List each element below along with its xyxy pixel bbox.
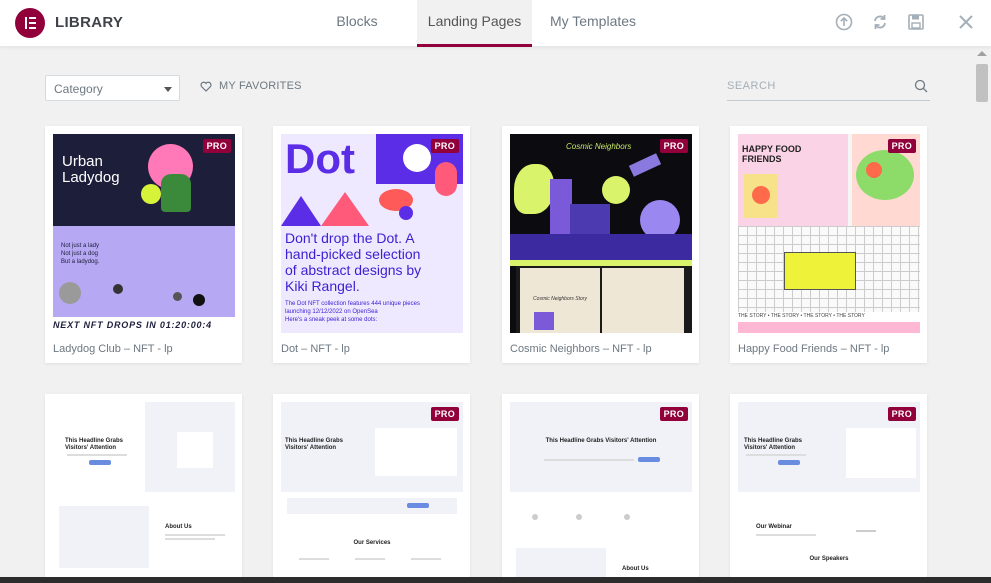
template-card[interactable]: Cosmic Neighbors Cosmic Neighbors Story … — [502, 126, 699, 363]
template-title: Cosmic Neighbors – NFT - lp — [510, 343, 652, 355]
library-title: LIBRARY — [55, 14, 124, 31]
template-title: Happy Food Friends – NFT - lp — [738, 343, 890, 355]
template-title: Dot – NFT - lp — [281, 343, 350, 355]
thumb-line: hand-picked selection — [285, 246, 421, 262]
category-select-label: Category — [54, 82, 103, 96]
sync-icon[interactable] — [870, 12, 890, 32]
scrollbar-thumb[interactable] — [976, 64, 988, 102]
template-thumbnail: Urban Ladydog Not just a lady Not just a… — [53, 134, 235, 333]
template-title: Ladydog Club – NFT - lp — [53, 343, 173, 355]
thumb-subline: launching 12/12/2022 on OpenSea — [285, 309, 378, 315]
thumb-headline: HAPPY FOOD FRIENDS — [742, 144, 802, 164]
template-thumbnail: This Headline Grabs Visitors' Attention … — [738, 402, 920, 583]
thumb-book-title: Cosmic Neighbors Story — [533, 296, 587, 302]
search-input[interactable] — [727, 80, 907, 92]
thumb-headline: This Headline Grabs Visitors' Attention — [285, 438, 344, 451]
thumb-line: Don't drop the Dot. A — [285, 230, 415, 246]
library-header: LIBRARY Blocks Landing Pages My Template… — [0, 0, 991, 47]
template-card[interactable]: Urban Ladydog Not just a lady Not just a… — [45, 126, 242, 363]
thumb-subline: Here's a sneak peek at some dots: — [285, 317, 378, 323]
template-thumbnail: This Headline Grabs Visitors' Attention … — [53, 402, 235, 583]
thumb-headline: This Headline Grabs Visitors' Attention — [65, 438, 124, 451]
thumb-line: Not just a dog — [61, 251, 99, 257]
thumb-line: of abstract designs by — [285, 262, 422, 278]
pro-badge: PRO — [430, 407, 459, 421]
thumb-headline: Dot — [285, 135, 355, 182]
pro-badge: PRO — [659, 139, 688, 153]
thumb-line: But a ladydog. — [61, 259, 100, 265]
template-card[interactable]: Dot Don't drop the Dot. A hand-picked se… — [273, 126, 470, 363]
scroll-up-arrow-icon[interactable] — [977, 51, 987, 56]
thumb-headline: Cosmic Neighbors — [566, 142, 632, 151]
thumb-section-2: Our Speakers — [809, 556, 849, 562]
template-card[interactable]: This Headline Grabs Visitors' Attention … — [273, 394, 470, 583]
my-favorites-label: MY FAVORITES — [219, 80, 302, 92]
thumb-subline: The Dot NFT collection features 444 uniq… — [285, 301, 420, 307]
template-thumbnail: HAPPY FOOD FRIENDS THE STORY • THE STORY… — [738, 134, 920, 333]
close-icon[interactable] — [956, 12, 976, 32]
tab-landing-pages[interactable]: Landing Pages — [417, 0, 532, 47]
upload-icon[interactable] — [834, 12, 854, 32]
template-thumbnail: This Headline Grabs Visitors' Attention … — [281, 402, 463, 583]
template-thumbnail: Dot Don't drop the Dot. A hand-picked se… — [281, 134, 463, 333]
tab-blocks[interactable]: Blocks — [320, 0, 394, 47]
search-icon[interactable] — [914, 79, 928, 93]
thumb-headline: Urban Ladydog — [62, 153, 120, 186]
thumb-line: Not just a lady — [61, 243, 100, 249]
pro-badge: PRO — [887, 139, 916, 153]
pro-badge: PRO — [659, 407, 688, 421]
category-select[interactable]: Category — [45, 75, 180, 101]
pro-badge: PRO — [430, 139, 459, 153]
template-card[interactable]: This Headline Grabs Visitors' Attention … — [45, 394, 242, 583]
thumb-section: About Us — [622, 566, 649, 572]
thumb-headline: This Headline Grabs Visitors' Attention — [744, 438, 803, 451]
thumb-ticker: NEXT NFT DROPS IN 01:20:00:4 — [53, 320, 212, 330]
scrollbar[interactable] — [973, 57, 991, 577]
thumb-section: About Us — [165, 524, 192, 530]
elementor-logo-icon — [15, 8, 45, 38]
template-card[interactable]: HAPPY FOOD FRIENDS THE STORY • THE STORY… — [730, 126, 927, 363]
template-thumbnail: This Headline Grabs Visitors' Attention … — [510, 402, 692, 583]
thumb-headline: This Headline Grabs Visitors' Attention — [545, 438, 657, 444]
search-field[interactable] — [727, 76, 930, 101]
thumb-section: Our Services — [353, 540, 391, 546]
template-card[interactable]: This Headline Grabs Visitors' Attention … — [730, 394, 927, 583]
tab-my-templates[interactable]: My Templates — [542, 0, 644, 47]
template-card[interactable]: This Headline Grabs Visitors' Attention … — [502, 394, 699, 583]
heart-icon — [200, 81, 212, 92]
thumb-line: Kiki Rangel. — [285, 278, 360, 294]
template-thumbnail: Cosmic Neighbors Cosmic Neighbors Story … — [510, 134, 692, 333]
pro-badge: PRO — [202, 139, 231, 153]
bottom-edge — [0, 577, 991, 583]
thumb-section: Our Webinar — [756, 524, 792, 530]
pro-badge: PRO — [887, 407, 916, 421]
thumb-ticker: THE STORY • THE STORY • THE STORY • THE … — [738, 313, 865, 319]
save-icon[interactable] — [906, 12, 926, 32]
chevron-down-icon — [164, 87, 172, 92]
